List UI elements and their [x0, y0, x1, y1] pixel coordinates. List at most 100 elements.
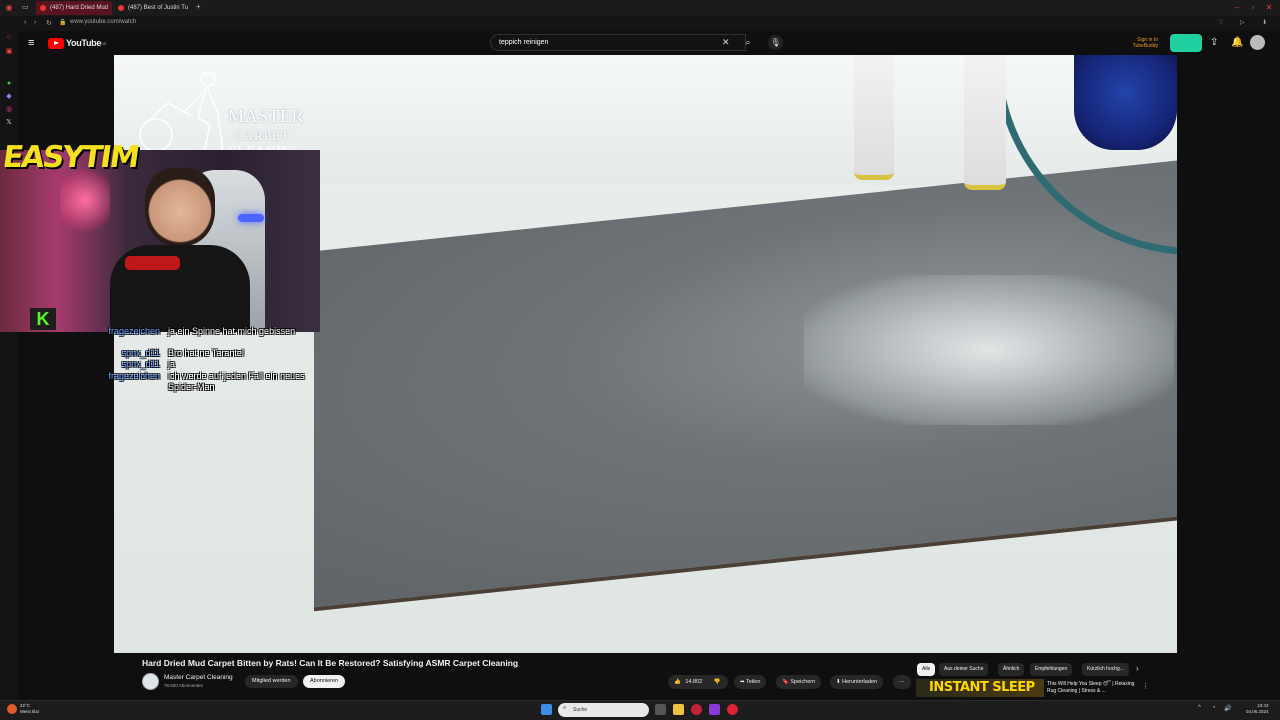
more-actions-button[interactable]: ⋯	[893, 675, 911, 689]
lock-icon: 🔒	[59, 20, 67, 26]
save-label: Speichern	[790, 679, 816, 685]
youtube-favicon-icon	[40, 5, 46, 11]
chat-user: fragezeichen	[108, 326, 160, 336]
channel-avatar[interactable]	[142, 673, 159, 690]
share-icon: ➦	[740, 679, 745, 685]
windows-start-icon[interactable]	[541, 704, 552, 715]
save-icon: 🔖	[782, 679, 789, 685]
chat-message: Bro hat ne Tarantel	[168, 348, 244, 358]
instagram-icon[interactable]: ◎	[4, 105, 14, 115]
tray-chevron-icon[interactable]: ^	[1198, 705, 1201, 711]
bookmark-icon[interactable]: ♡	[1218, 19, 1223, 26]
tubebuddy-extension-button[interactable]	[1170, 34, 1202, 52]
channel-name[interactable]: Master Carpet Cleaning	[164, 674, 233, 681]
avatar[interactable]	[1250, 35, 1265, 50]
close-window-icon[interactable]: ✕	[1264, 3, 1274, 13]
whatsapp-icon[interactable]: ●	[4, 79, 14, 89]
clock-date: 04.06.2024	[1246, 709, 1269, 714]
file-explorer-icon[interactable]	[673, 704, 684, 715]
tab-list-icon[interactable]: ▭	[22, 3, 29, 11]
tubebuddy-sign-in[interactable]: Sign in to TubeBuddy	[1130, 37, 1158, 49]
streamer-logo: EASYTIM	[0, 140, 140, 175]
watermark-text-1: MASTER	[228, 106, 305, 126]
x-icon[interactable]: 𝕏	[4, 118, 14, 128]
opera-gx-taskbar-icon[interactable]	[727, 704, 738, 715]
weather-icon[interactable]	[7, 704, 17, 714]
youtube-logo[interactable]: YouTube DE	[48, 37, 107, 49]
download-icon[interactable]: ⬇	[1262, 19, 1267, 26]
thumbs-up-icon: 👍	[674, 679, 681, 685]
hamburger-menu-icon[interactable]: ≡	[28, 37, 34, 49]
logo-text: YouTube	[66, 38, 102, 48]
new-tab-icon[interactable]: +	[196, 2, 201, 11]
taskbar-search-input[interactable]: Suche	[558, 703, 649, 717]
search-icon[interactable]: ⌕	[738, 34, 758, 51]
address-bar: ‹ › ↻ 🔒 www.youtube.com/watch ♡ ▷ ⬇	[0, 16, 1280, 31]
search-input[interactable]: teppich reinigen	[490, 34, 746, 51]
chat-message: ich werde auf jeden Fall ein neues Spide…	[168, 371, 305, 392]
share-button[interactable]: ➦ Teilen	[734, 675, 767, 689]
join-button[interactable]: Mitglied werden	[245, 675, 298, 688]
chip-similar[interactable]: Ähnlich	[998, 663, 1025, 676]
video-boot-right	[964, 55, 1006, 190]
led-light	[238, 214, 264, 222]
task-view-icon[interactable]	[655, 704, 666, 715]
download-icon: ⬇	[836, 679, 841, 685]
video-title: Hard Dried Mud Carpet Bitten by Rats! Ca…	[142, 658, 519, 668]
maximize-icon[interactable]: ▫	[1248, 3, 1258, 13]
upload-icon[interactable]: ⇪	[1210, 37, 1218, 48]
thumbs-down-icon[interactable]: 👎	[714, 679, 721, 685]
weather-widget[interactable]: 22°C Meist klar	[20, 703, 39, 714]
tab-active[interactable]: (487) Hard Dried Mud	[36, 1, 112, 15]
video-foam	[804, 275, 1174, 425]
opera-taskbar-icon[interactable]	[691, 704, 702, 715]
chip-from-search[interactable]: Aus deiner Suche	[939, 663, 989, 676]
opera-sidebar: ○ ▣ ● ◆ ◎ 𝕏	[0, 31, 18, 700]
opera-icon[interactable]: ○	[4, 33, 14, 43]
logo-region: DE	[101, 40, 107, 46]
share-label: Teilen	[746, 679, 761, 685]
weather-condition: Meist klar	[20, 708, 40, 714]
forward-icon[interactable]: ›	[34, 19, 36, 26]
network-icon[interactable]: ◔	[1212, 705, 1216, 711]
chat-line: fragezeichen ja ein Spinne hat mich gebis…	[80, 326, 328, 337]
tab-second[interactable]: (487) Best of Justin Tu	[114, 1, 192, 15]
streamer-webcam	[0, 150, 320, 332]
discord-icon[interactable]: ◆	[4, 92, 14, 102]
chat-user: spnx_d11	[121, 348, 160, 358]
watermark-text-2: CARPET	[234, 128, 290, 143]
taskbar-clock[interactable]: 23:43 04.06.2024	[1246, 703, 1269, 715]
save-button[interactable]: 🔖 Speichern	[776, 675, 822, 689]
tab-title: (487) Best of Justin Tu	[128, 5, 189, 11]
kebab-menu-icon[interactable]: ⋮	[1142, 682, 1149, 690]
chip-recommendations[interactable]: Empfehlungen	[1030, 663, 1073, 676]
url-field[interactable]: www.youtube.com/watch	[70, 19, 136, 25]
chat-line: spnx_d11 Bro hat ne Tarantel	[80, 348, 328, 359]
like-button[interactable]: 👍 14.802 👎	[668, 675, 728, 689]
chip-all[interactable]: Alle	[917, 663, 936, 676]
volume-icon[interactable]: 🔊	[1224, 705, 1231, 712]
download-label: Herunterladen	[842, 679, 877, 685]
youtube-favicon-icon	[118, 5, 124, 11]
download-button[interactable]: ⬇ Herunterladen	[830, 675, 883, 689]
chat-message: ja	[168, 359, 176, 369]
microphone-icon[interactable]: 🎙	[768, 35, 783, 50]
minimize-icon[interactable]: –	[1232, 3, 1242, 13]
chevron-right-icon[interactable]: ›	[1136, 664, 1139, 673]
back-icon[interactable]: ‹	[24, 19, 26, 26]
microphone	[125, 256, 180, 270]
player-icon[interactable]: ▷	[1240, 19, 1245, 26]
streamer-face	[145, 168, 215, 246]
notifications-icon[interactable]: 🔔	[1231, 37, 1243, 48]
chat-line: fragezeichen ich werde auf jeden Fall ein…	[80, 371, 328, 393]
opera-menu-icon[interactable]: ◉	[4, 3, 14, 13]
tab-title: (487) Hard Dried Mud	[50, 5, 109, 11]
reload-icon[interactable]: ↻	[46, 19, 52, 27]
streaming-app-icon[interactable]	[709, 704, 720, 715]
aria-icon[interactable]: ▣	[4, 47, 14, 57]
clear-search-icon[interactable]: ✕	[722, 37, 730, 48]
youtube-header: ≡ YouTube DE teppich reinigen ✕ ⌕ 🎙 Sign…	[18, 31, 1280, 55]
recommendation-title[interactable]: This Will Help You Sleep 😴 | Relaxing Ru…	[1047, 681, 1139, 695]
chip-recently-uploaded[interactable]: Kürzlich hochg...	[1082, 663, 1129, 676]
subscribe-button[interactable]: Abonnieren	[303, 675, 346, 688]
